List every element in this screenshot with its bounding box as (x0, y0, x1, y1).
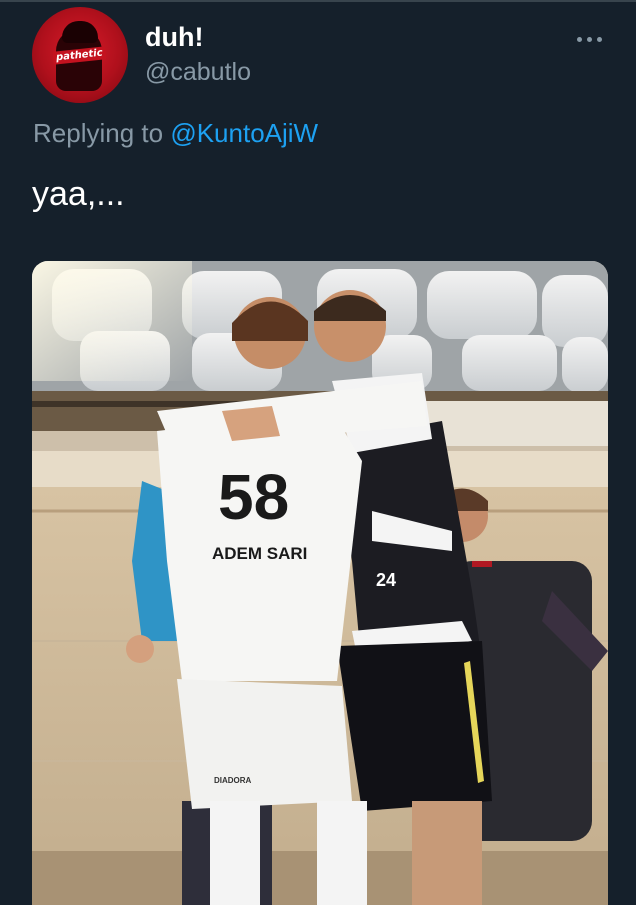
more-dot (576, 36, 582, 42)
tweet-text: yaa,... (32, 175, 125, 213)
author-display-name[interactable]: duh! (145, 22, 203, 53)
author-handle[interactable]: @cabutlo (145, 58, 251, 87)
photo-illustration: 24 58 ADEM SARI DIADORA (32, 261, 608, 905)
more-dot (586, 36, 592, 42)
photo-jersey-number-front: 58 (218, 461, 289, 533)
reply-context: Replying to @KuntoAjiW (33, 118, 318, 149)
advert-board (422, 401, 608, 446)
photo-jersey-name: ADEM SARI (212, 544, 307, 563)
reply-prefix: Replying to (33, 118, 164, 148)
sun-glare (32, 261, 192, 381)
avatar-hair (62, 21, 98, 43)
tweet-photo[interactable]: 24 58 ADEM SARI DIADORA (32, 261, 608, 905)
photo-shorts-brand: DIADORA (214, 776, 252, 785)
photo-jersey-number-back: 24 (376, 570, 396, 590)
more-dot (596, 36, 602, 42)
reply-mention-link[interactable]: @KuntoAjiW (170, 118, 318, 148)
more-horizontal-icon[interactable] (572, 29, 606, 49)
top-divider (0, 0, 636, 2)
avatar[interactable]: pathetic (32, 7, 128, 103)
